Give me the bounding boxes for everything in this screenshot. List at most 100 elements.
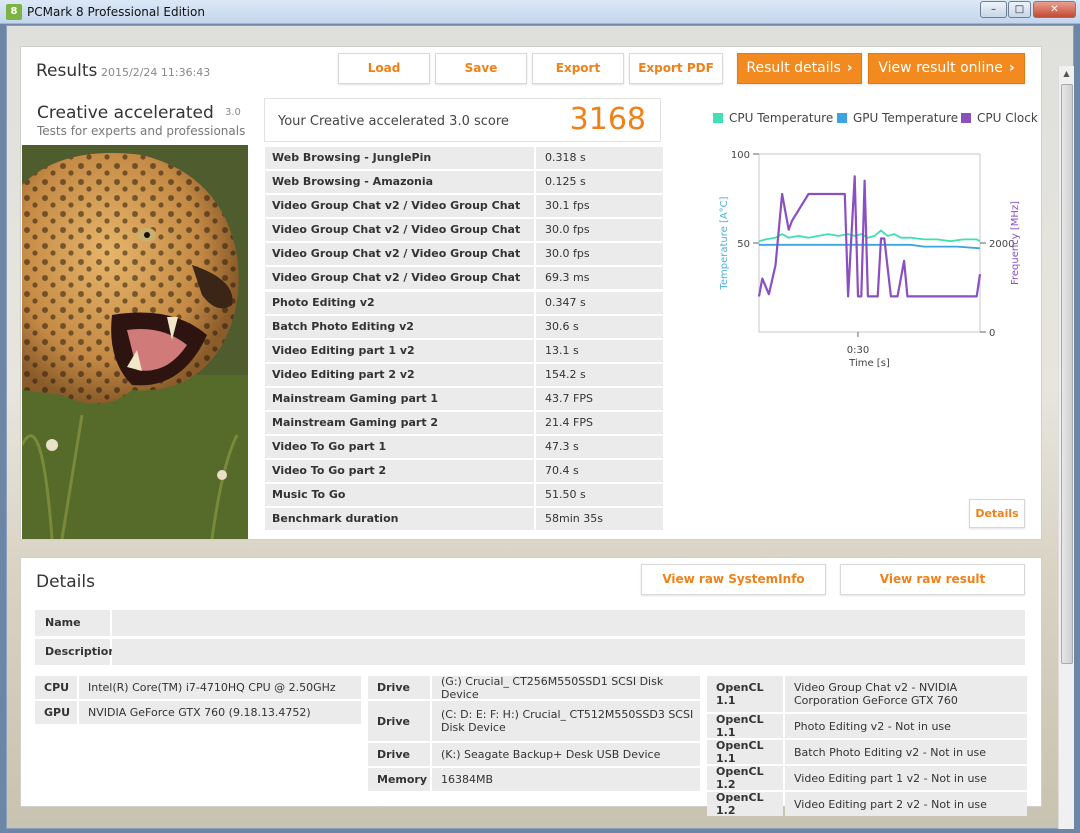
load-button[interactable]: Load [338, 53, 430, 84]
window-title: PCMark 8 Professional Edition [27, 5, 205, 19]
leopard-hero-image [22, 145, 248, 539]
hardware-label: CPU [35, 676, 77, 699]
results-timestamp: 2015/2/24 11:36:43 [101, 66, 211, 79]
hardware-value: (C: D: E: F: H:) Crucial_ CT512M550SSD3 … [432, 701, 700, 741]
overall-score: 3168 [569, 102, 646, 137]
hardware-row: OpenCL 1.1 Video Group Chat v2 - NVIDIA C… [707, 676, 1027, 712]
hardware-value: Video Group Chat v2 - NVIDIA Corporation… [785, 676, 1027, 712]
view-raw-result-button[interactable]: View raw result [840, 564, 1025, 595]
scroll-up-arrow-icon[interactable]: ▲ [1059, 66, 1074, 82]
hardware-label: Drive [368, 676, 430, 699]
close-button[interactable]: ✕ [1033, 1, 1076, 18]
export-pdf-button[interactable]: Export PDF [629, 53, 723, 84]
chart-details-button[interactable]: Details [969, 499, 1025, 528]
right-axis-label: Frequency [MHz] [1010, 201, 1021, 285]
hardware-row: Drive (C: D: E: F: H:) Crucial_ CT512M550… [368, 701, 700, 741]
metric-value: 0.347 s [536, 291, 663, 314]
export-button[interactable]: Export [532, 53, 624, 84]
monitoring-chart: 10050 200000:30Time [s]Temperature [A°C] F… [719, 150, 1021, 369]
hardware-value: Video Editing part 2 v2 - Not in use [785, 792, 1027, 816]
minimize-button[interactable]: – [980, 1, 1007, 18]
metric-value: 70.4 s [536, 460, 663, 483]
metric-name: Video Group Chat v2 / Video Group Chat p… [265, 243, 534, 282]
results-panel: Results 2015/2/24 11:36:43 Load Save Exp… [20, 46, 1042, 540]
chevron-right-icon: › [1008, 60, 1015, 76]
left-tick-label: 100 [731, 150, 750, 161]
metric-row: Batch Photo Editing v2 30.6 s [265, 315, 663, 338]
hardware-label: OpenCL 1.2 [707, 765, 783, 791]
metric-row: Video To Go part 2 70.4 s [265, 460, 663, 483]
metric-value: 30.0 fps [536, 243, 663, 266]
leopard-illustration [22, 145, 248, 539]
hardware-value: 16384MB [432, 768, 700, 791]
metric-name: Video To Go part 2 [265, 460, 534, 483]
plot-area [758, 153, 981, 333]
maximize-button[interactable]: □ [1008, 1, 1031, 18]
results-heading: Results [36, 61, 98, 81]
vertical-scrollbar[interactable]: ▲ [1058, 66, 1074, 829]
metric-name: Video Group Chat v2 / Video Group Chat e… [265, 267, 534, 306]
maximize-icon: □ [1014, 4, 1025, 15]
x-axis-label: Time [s] [848, 358, 890, 369]
legend-label: CPU Clock [977, 111, 1038, 125]
hardware-value: Photo Editing v2 - Not in use [785, 714, 1027, 738]
metric-name: Benchmark duration [265, 508, 534, 531]
hardware-value: Intel(R) Core(TM) i7-4710HQ CPU @ 2.50GH… [79, 676, 361, 699]
metric-name: Batch Photo Editing v2 [265, 315, 534, 338]
metric-row: Video Editing part 2 v2 154.2 s [265, 363, 663, 386]
legend-label: CPU Temperature [729, 111, 834, 125]
hardware-value: Video Editing part 1 v2 - Not in use [785, 766, 1027, 790]
description-row: Description [35, 639, 1025, 665]
metric-row: Video To Go part 1 47.3 s [265, 436, 663, 459]
left-axis-label: Temperature [A°C] [719, 196, 730, 290]
hardware-row: OpenCL 1.1 Photo Editing v2 - Not in use [707, 713, 1027, 739]
view-result-online-button[interactable]: View result online › [868, 53, 1025, 84]
metric-name: Mainstream Gaming part 2 [265, 412, 534, 435]
view-raw-systeminfo-button[interactable]: View raw SystemInfo [641, 564, 826, 595]
view-result-online-label: View result online [878, 60, 1003, 76]
metric-name: Video Group Chat v2 / Video Group Chat p… [265, 195, 534, 234]
name-value [112, 610, 1025, 636]
save-button[interactable]: Save [435, 53, 527, 84]
metric-row: Mainstream Gaming part 2 21.4 FPS [265, 412, 663, 435]
right-tick-label: 0 [989, 328, 995, 339]
result-details-label: Result details [746, 60, 841, 76]
chevron-right-icon: › [846, 60, 853, 76]
hardware-value: Batch Photo Editing v2 - Not in use [785, 740, 1027, 764]
scroll-thumb[interactable] [1061, 84, 1073, 664]
legend-swatch [961, 113, 971, 123]
test-version: 3.0 [225, 107, 241, 118]
metric-name: Video Editing part 2 v2 [265, 363, 534, 386]
details-panel: Details View raw SystemInfo View raw res… [20, 557, 1042, 817]
metric-name: Mainstream Gaming part 1 [265, 387, 534, 410]
hardware-label: OpenCL 1.2 [707, 791, 783, 817]
hardware-row: OpenCL 1.2 Video Editing part 2 v2 - Not … [707, 791, 1027, 817]
title-bar: 8 PCMark 8 Professional Edition – □ ✕ [0, 0, 1080, 24]
hardware-label: Drive [368, 743, 430, 766]
hardware-value: (K:) Seagate Backup+ Desk USB Device [432, 743, 700, 766]
metric-name: Video Group Chat v2 / Video Group Chat p… [265, 219, 534, 258]
legend-swatch [713, 113, 723, 123]
hardware-row: OpenCL 1.1 Batch Photo Editing v2 - Not i… [707, 739, 1027, 765]
metric-value: 30.0 fps [536, 219, 663, 242]
hardware-row: Memory 16384MB [368, 768, 700, 791]
name-row: Name [35, 610, 1025, 636]
hardware-label: Memory [368, 768, 430, 791]
hardware-value: NVIDIA GeForce GTX 760 (9.18.13.4752) [79, 701, 361, 724]
result-details-button[interactable]: Result details › [737, 53, 862, 84]
metric-value: 58min 35s [536, 508, 663, 531]
description-value [112, 639, 1025, 665]
legend-item: CPU Clock [961, 111, 1038, 125]
metric-name: Photo Editing v2 [265, 291, 534, 314]
metric-value: 154.2 s [536, 363, 663, 386]
metric-row: Photo Editing v2 0.347 s [265, 291, 663, 314]
metric-value: 13.1 s [536, 339, 663, 362]
legend-item: CPU Temperature [713, 111, 833, 125]
metric-name: Video To Go part 1 [265, 436, 534, 459]
metric-value: 21.4 FPS [536, 412, 663, 435]
hardware-table-opencl: OpenCL 1.1 Video Group Chat v2 - NVIDIA C… [707, 676, 1027, 818]
close-icon: ✕ [1050, 4, 1059, 15]
metric-row: Music To Go 51.50 s [265, 484, 663, 507]
metric-row: Web Browsing - Amazonia 0.125 s [265, 171, 663, 194]
metric-row: Mainstream Gaming part 1 43.7 FPS [265, 387, 663, 410]
